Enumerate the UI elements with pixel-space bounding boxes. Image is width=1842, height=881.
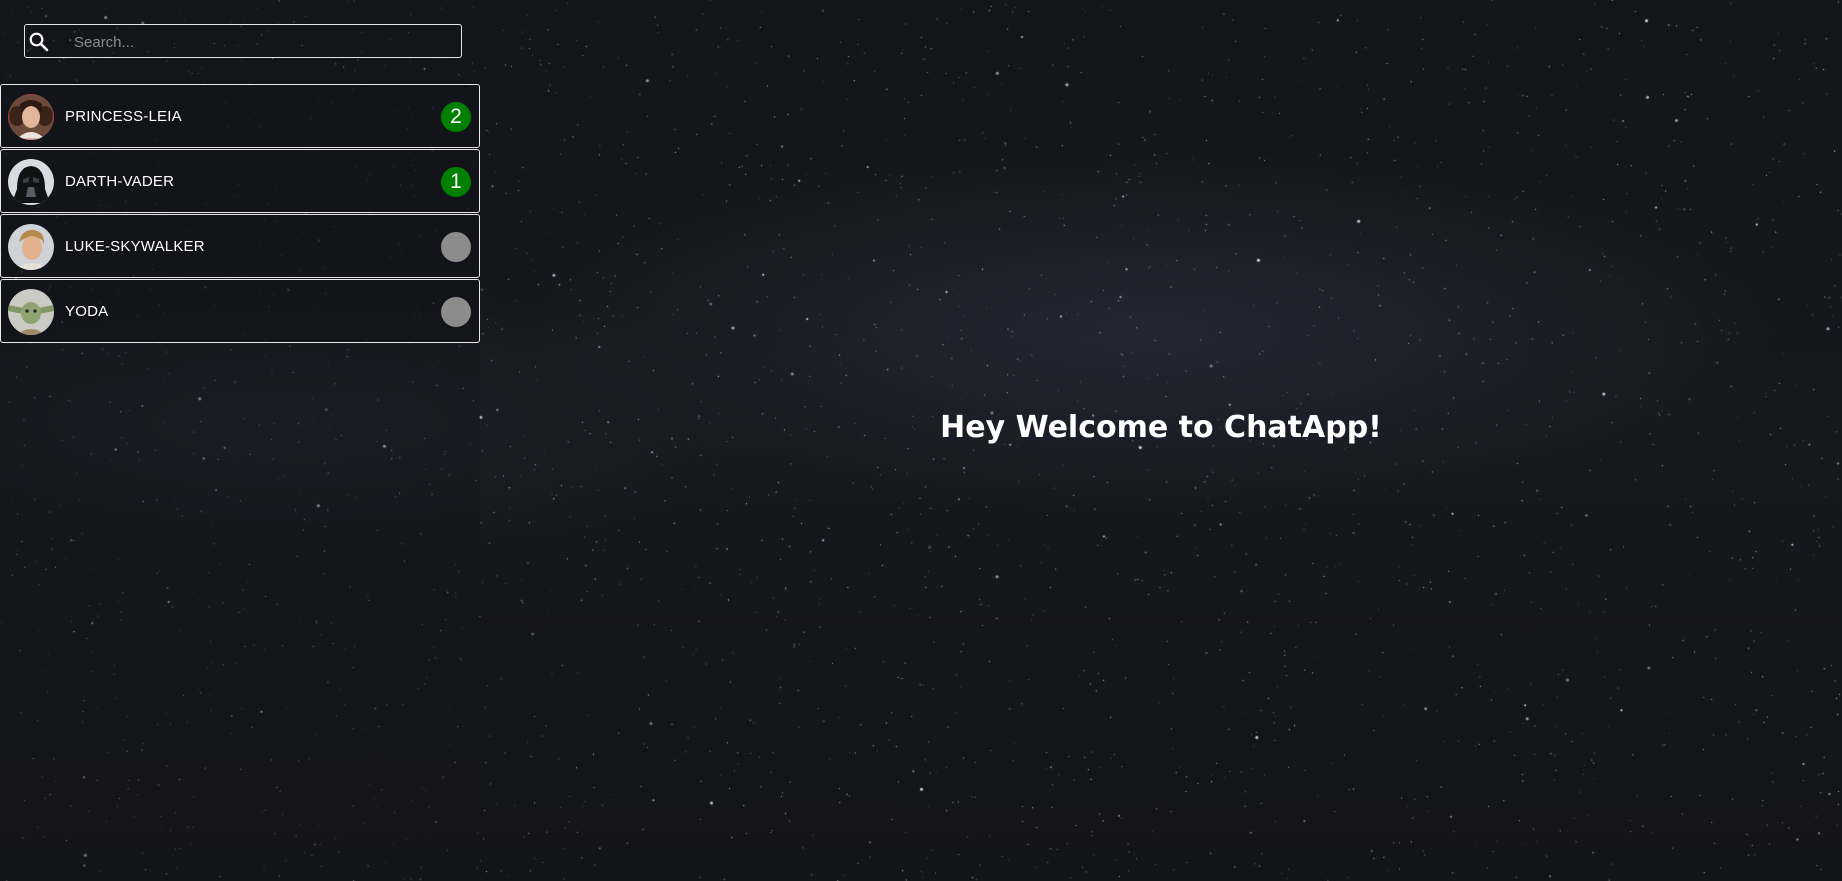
contact-list: PRINCESS-LEIA 2 DARTH-VADER 1 LUKE-SKYWA… bbox=[0, 84, 480, 344]
contact-name: YODA bbox=[65, 303, 109, 320]
luke-skywalker-avatar bbox=[8, 224, 54, 270]
welcome-message: Hey Welcome to ChatApp! bbox=[940, 410, 1382, 445]
unread-badge: 2 bbox=[441, 102, 471, 132]
unread-badge: 1 bbox=[441, 167, 471, 197]
contact-name: LUKE-SKYWALKER bbox=[65, 238, 205, 255]
contact-name: PRINCESS-LEIA bbox=[65, 108, 182, 125]
darth-vader-avatar bbox=[8, 159, 54, 205]
search-box[interactable] bbox=[24, 24, 462, 58]
contact-item-yoda[interactable]: YODA bbox=[0, 279, 480, 343]
app-root: PRINCESS-LEIA 2 DARTH-VADER 1 bbox=[0, 0, 1842, 881]
yoda-avatar bbox=[8, 289, 54, 335]
status-dot bbox=[441, 232, 471, 262]
contact-item-luke-skywalker[interactable]: LUKE-SKYWALKER bbox=[0, 214, 480, 278]
contact-item-darth-vader[interactable]: DARTH-VADER 1 bbox=[0, 149, 480, 213]
contact-item-princess-leia[interactable]: PRINCESS-LEIA 2 bbox=[0, 84, 480, 148]
sidebar: PRINCESS-LEIA 2 DARTH-VADER 1 bbox=[0, 0, 480, 881]
status-dot bbox=[441, 297, 471, 327]
contact-name: DARTH-VADER bbox=[65, 173, 175, 190]
princess-leia-avatar bbox=[8, 94, 54, 140]
search-icon bbox=[28, 31, 50, 53]
search-input[interactable] bbox=[72, 27, 456, 57]
